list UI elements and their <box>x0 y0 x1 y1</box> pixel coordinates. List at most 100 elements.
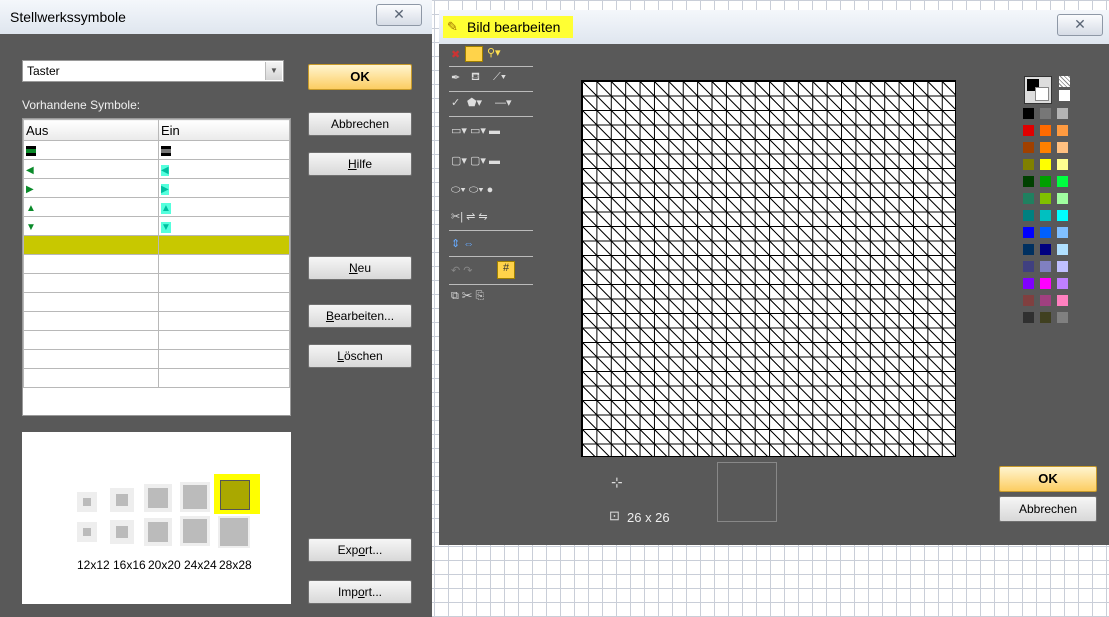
color-swatch[interactable] <box>1057 193 1068 204</box>
color-swatch[interactable] <box>1057 108 1068 119</box>
color-swatch[interactable] <box>1023 278 1034 289</box>
size-swatch-28-selected[interactable] <box>214 474 260 514</box>
color-swatch[interactable] <box>1057 227 1068 238</box>
close-button[interactable]: ✕ <box>376 4 422 26</box>
color-swatch[interactable] <box>1057 295 1068 306</box>
color-swatch[interactable] <box>1040 278 1051 289</box>
table-row[interactable] <box>23 368 290 388</box>
color-swatch[interactable] <box>1057 261 1068 272</box>
ok-button[interactable]: OK <box>308 64 412 90</box>
cancel-button[interactable]: Abbrechen <box>999 496 1097 522</box>
delete-icon[interactable]: ✖ <box>451 48 460 61</box>
color-swatch[interactable] <box>1057 125 1068 136</box>
color-swatch[interactable] <box>1057 210 1068 221</box>
color-swatch[interactable] <box>1023 108 1034 119</box>
rounded-rect-icon[interactable]: ▢▾ ▢▾ ▬ <box>451 154 500 167</box>
close-button[interactable]: ✕ <box>1057 14 1103 36</box>
color-swatch[interactable] <box>1057 176 1068 187</box>
white-color-swatch[interactable] <box>1059 90 1070 101</box>
help-button[interactable]: Hilfe <box>308 152 412 176</box>
color-swatch[interactable] <box>1040 261 1051 272</box>
size-swatch-16[interactable] <box>110 488 134 512</box>
table-row[interactable]: ◀ ◀ <box>23 159 290 179</box>
table-row[interactable]: ▶ ▶ <box>23 178 290 198</box>
edit-button[interactable]: Bearbeiten... <box>308 304 412 328</box>
color-swatch[interactable] <box>1040 176 1051 187</box>
replace-color-icon[interactable]: ✂︎| ⇌ ⇋ <box>451 210 488 223</box>
line-width-icon[interactable]: —▾ <box>495 96 512 109</box>
size-swatch-20[interactable] <box>144 484 172 512</box>
table-row[interactable] <box>23 311 290 331</box>
color-swatch[interactable] <box>1023 261 1034 272</box>
color-swatch[interactable] <box>1023 312 1034 323</box>
color-swatch[interactable] <box>1023 244 1034 255</box>
color-swatch[interactable] <box>1040 312 1051 323</box>
table-row[interactable] <box>23 273 290 293</box>
transparent-color-icon[interactable] <box>1059 76 1070 87</box>
pixel-grid-canvas[interactable] <box>581 80 956 457</box>
size-swatch-12[interactable] <box>77 492 97 512</box>
color-swatch[interactable] <box>1023 176 1034 187</box>
type-select[interactable]: Taster ▼ <box>22 60 284 82</box>
cancel-button[interactable]: Abbrechen <box>308 112 412 136</box>
color-swatch[interactable] <box>1023 159 1034 170</box>
color-swatch[interactable] <box>1040 193 1051 204</box>
size-swatch-28-ein[interactable] <box>218 516 250 548</box>
import-button[interactable]: Import... <box>308 580 412 604</box>
eraser-icon[interactable]: ⬟▾ <box>467 96 482 109</box>
color-swatch[interactable] <box>1057 312 1068 323</box>
color-swatch[interactable] <box>1023 142 1034 153</box>
ok-button[interactable]: OK <box>999 466 1097 492</box>
color-swatch[interactable] <box>1023 210 1034 221</box>
ellipse-icon[interactable]: ⬭▾ ⬭▾ ● <box>451 184 493 197</box>
size-swatch-16-ein[interactable] <box>110 520 134 544</box>
zoom-icon[interactable]: ⚲▾ <box>487 46 501 59</box>
table-row[interactable] <box>23 254 290 274</box>
table-row[interactable] <box>23 330 290 350</box>
fill-icon[interactable]: ⛾ <box>471 71 480 85</box>
color-swatch[interactable] <box>1040 125 1051 136</box>
right-arrow-icon: ▶ <box>161 184 169 195</box>
current-colors-icon[interactable] <box>1024 76 1052 104</box>
flip-vertical-icon[interactable]: ⇕ ⇔ <box>451 237 474 250</box>
table-row-selected[interactable] <box>23 235 290 255</box>
color-swatch[interactable] <box>1040 142 1051 153</box>
column-header-ein[interactable]: Ein <box>158 119 290 141</box>
column-header-aus[interactable]: Aus <box>23 119 159 141</box>
table-row[interactable] <box>23 349 290 369</box>
brush-icon[interactable]: ✓ <box>451 96 460 109</box>
pen-icon[interactable]: ✒ <box>451 71 460 84</box>
size-swatch-24[interactable] <box>180 482 210 512</box>
color-swatch[interactable] <box>1057 159 1068 170</box>
color-swatch[interactable] <box>1057 244 1068 255</box>
color-swatch[interactable] <box>1040 159 1051 170</box>
color-swatch[interactable] <box>1023 193 1034 204</box>
color-swatch[interactable] <box>1040 108 1051 119</box>
table-row[interactable]: ▲ ▲ <box>23 197 290 217</box>
color-swatch[interactable] <box>1057 278 1068 289</box>
delete-button[interactable]: Löschen <box>308 344 412 368</box>
export-button[interactable]: Export... <box>308 538 412 562</box>
rectangle-icon[interactable]: ▭▾ ▭▾ ▬ <box>451 124 500 137</box>
color-swatch[interactable] <box>1040 210 1051 221</box>
color-swatch[interactable] <box>1023 125 1034 136</box>
line-tool-icon[interactable]: ⟋▾ <box>493 71 506 84</box>
table-row[interactable]: ▼ ▼ <box>23 216 290 236</box>
size-swatch-12-ein[interactable] <box>77 522 97 542</box>
color-swatch[interactable] <box>1040 227 1051 238</box>
chevron-down-icon[interactable]: ▼ <box>265 62 282 80</box>
size-swatch-24-ein[interactable] <box>180 516 210 546</box>
select-rect-icon[interactable] <box>465 46 483 62</box>
grid-toggle-icon[interactable]: # <box>497 261 515 279</box>
color-swatch[interactable] <box>1040 295 1051 306</box>
color-swatch[interactable] <box>1040 244 1051 255</box>
size-swatch-20-ein[interactable] <box>144 518 172 546</box>
color-swatch[interactable] <box>1023 295 1034 306</box>
table-row[interactable] <box>23 292 290 312</box>
color-swatch[interactable] <box>1023 227 1034 238</box>
undo-icon[interactable]: ↶ ↷ <box>451 264 473 277</box>
copy-icon[interactable]: ⧉ ✂ ⎘ <box>451 290 484 303</box>
new-button[interactable]: Neu <box>308 256 412 280</box>
color-swatch[interactable] <box>1057 142 1068 153</box>
table-row[interactable] <box>23 140 290 160</box>
